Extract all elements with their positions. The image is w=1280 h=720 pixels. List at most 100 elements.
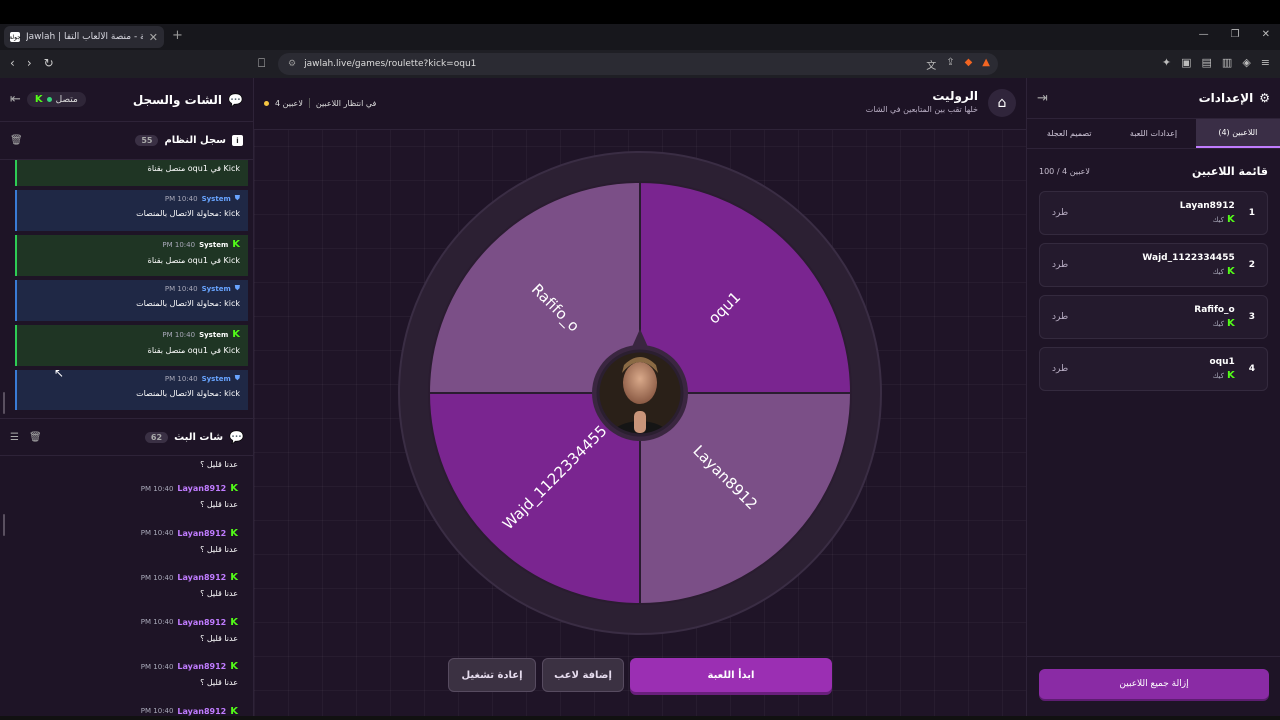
kick-icon: K [230,572,238,583]
clear-chat-icon[interactable]: 🗑 [29,432,42,443]
message-user[interactable]: Layan8912 [177,573,226,582]
player-number: 4 [1248,364,1255,374]
close-tab-icon[interactable]: ✕ [149,31,158,44]
translate-icon[interactable]: 文 [926,57,936,72]
chat-message-text: عدنا قليل ؟ [200,460,238,469]
address-bar-row: ‹ › ↻ ⎕ ⚙ jawlah.live/games/roulette?kic… [0,50,1280,78]
message-time: PM 10:40 [140,484,174,493]
brave-rewards-icon[interactable]: ▲ [982,57,990,72]
chat-messages[interactable]: عدنا قليل ؟ PM 10:40 Layan8912 K عدنا قليل … [0,454,254,720]
chat-scrollbar[interactable] [3,514,5,536]
remove-all-players-button[interactable]: إزالة جميع اللاعبين [1039,669,1269,699]
forward-icon[interactable]: › [27,56,32,70]
kick-icon: K [230,483,238,494]
collapse-settings-icon[interactable]: ⇥ [1037,91,1048,106]
log-text: محاولة الاتصال بالمنصات: kick [136,389,240,398]
message-text: عدنا قليل ؟ [200,589,238,598]
new-tab-icon[interactable]: + [172,28,183,43]
log-item: PM 10:40 System K متصل بقناة oqu1 في Kick [15,325,248,366]
message-user[interactable]: Layan8912 [177,662,226,671]
browser-tab[interactable]: جولة Jawlah | جولة - منصة الألعاب التفا … [4,26,164,48]
message-text: عدنا قليل ؟ [200,500,238,509]
filter-icon[interactable]: ☰ [10,432,19,443]
game-subtitle: خلها تقب بين المتابعين في الشات [865,105,978,114]
minimize-icon[interactable]: — [1199,29,1209,40]
message-user[interactable]: Layan8912 [177,618,226,627]
clear-log-icon[interactable]: 🗑 [10,135,23,146]
settings-title: الإعدادات [1198,91,1254,105]
extensions-icon[interactable]: ✦ [1162,56,1171,69]
online-dot [46,97,52,102]
message-time: PM 10:40 [140,662,174,671]
log-text: محاولة الاتصال بالمنصات: kick [136,209,240,218]
log-time: PM 10:40 [164,284,198,293]
kick-icon: K [232,239,240,250]
bookmark-icon[interactable]: ⎕ [258,56,265,71]
system-log-header: 🗑 55 سجل النظام i [0,122,253,160]
player-row: طرد Wajd_1122334455 كيك K 2 [1039,243,1268,287]
system-log-list[interactable]: متصل بقناة oqu1 في Kick PM 10:40 System ⛊ مح… [0,160,254,410]
tab-players[interactable]: اللاعبين (4) [1195,119,1280,148]
kick-icon: K [232,329,240,340]
back-icon[interactable]: ‹ [10,56,15,70]
platform-label: كيك [1212,267,1224,276]
message-text: عدنا قليل ؟ [200,633,238,643]
system-icon: ⛊ [234,194,240,202]
roulette-wheel[interactable]: oqu1Layan8912Wajd_1122334455Rafifo_o [398,151,882,635]
tab-game-settings[interactable]: إعدادات اللعبة [1111,119,1195,148]
kick-player-button[interactable]: طرد [1052,208,1068,218]
waiting-text: في انتظار اللاعبين [315,98,377,108]
kick-player-button[interactable]: طرد [1052,312,1068,322]
message-user[interactable]: Layan8912 [177,707,226,716]
wallet-icon[interactable]: ▥ [1222,56,1232,69]
sidebar-icon[interactable]: ▤ [1202,56,1212,69]
screenshot-icon[interactable]: ▣ [1181,56,1191,69]
players-list-title: قائمة اللاعبين [1192,164,1268,178]
share-icon[interactable]: ⇪ [946,57,954,72]
site-info-icon[interactable]: ⚙ [288,59,296,69]
game-header: 4 لاعبين في انتظار اللاعبين الروليت خلها… [254,78,1026,130]
message-user[interactable]: Layan8912 [177,529,226,538]
address-bar[interactable]: ⚙ jawlah.live/games/roulette?kick=oqu1 文… [278,53,998,75]
start-game-button[interactable]: ابدأ اللعبة [630,658,832,692]
panel-title: الشات والسجل [132,92,223,107]
game-title: الروليت [932,89,978,103]
kick-icon: K [34,94,43,105]
vpn-icon[interactable]: ◈ [1242,56,1250,69]
taskbar [0,716,1280,720]
system-icon: ⛊ [234,284,240,292]
tab-favicon: جولة [9,32,21,42]
log-scrollbar[interactable] [3,392,5,414]
restore-icon[interactable]: ❐ [1231,29,1240,40]
add-player-button[interactable]: إضافة لاعب [542,658,624,692]
home-button[interactable]: ⌂ [988,89,1016,117]
log-time: PM 10:40 [164,194,198,203]
chat-icon: 💬 [228,92,243,107]
reset-button[interactable]: إعادة تشغيل [448,658,536,692]
menu-icon[interactable]: ≡ [1261,56,1270,69]
mouse-cursor: ↖ [54,366,65,380]
platform-label: كيك [1212,215,1224,224]
settings-tabs: اللاعبين (4) إعدادات اللعبة تصميم العجلة [1027,118,1280,149]
settings-panel: ⇥ الإعدادات ⚙ اللاعبين (4) إعدادات اللعبة… [1026,78,1280,720]
kick-player-button[interactable]: طرد [1052,260,1068,270]
kick-icon: K [1226,214,1235,225]
game-area: 4 لاعبين في انتظار اللاعبين الروليت خلها… [254,78,1026,720]
players-count: 4 لاعبين [275,98,303,108]
kick-player-button[interactable]: طرد [1052,364,1068,374]
platform-label: كيك [1212,371,1224,380]
reload-icon[interactable]: ↻ [44,56,54,70]
log-text: محاولة الاتصال بالمنصات: kick [136,299,240,308]
tab-wheel-design[interactable]: تصميم العجلة [1027,119,1111,148]
player-number: 1 [1248,208,1255,218]
message-text: عدنا قليل ؟ [200,544,238,554]
screen-top-bar [0,0,1280,24]
log-item: PM 10:40 System ⛊ محاولة الاتصال بالمنصات: … [15,190,248,231]
message-time: PM 10:40 [140,707,174,715]
waiting-dot [264,100,269,106]
collapse-panel-icon[interactable]: ⇤ [10,92,21,107]
message-user[interactable]: Layan8912 [177,484,226,493]
chat-message: PM 10:40Layan8912 K عدنا قليل ؟ [0,526,254,571]
brave-shield-icon[interactable]: ◆ [965,57,973,72]
close-window-icon[interactable]: ✕ [1262,29,1270,40]
